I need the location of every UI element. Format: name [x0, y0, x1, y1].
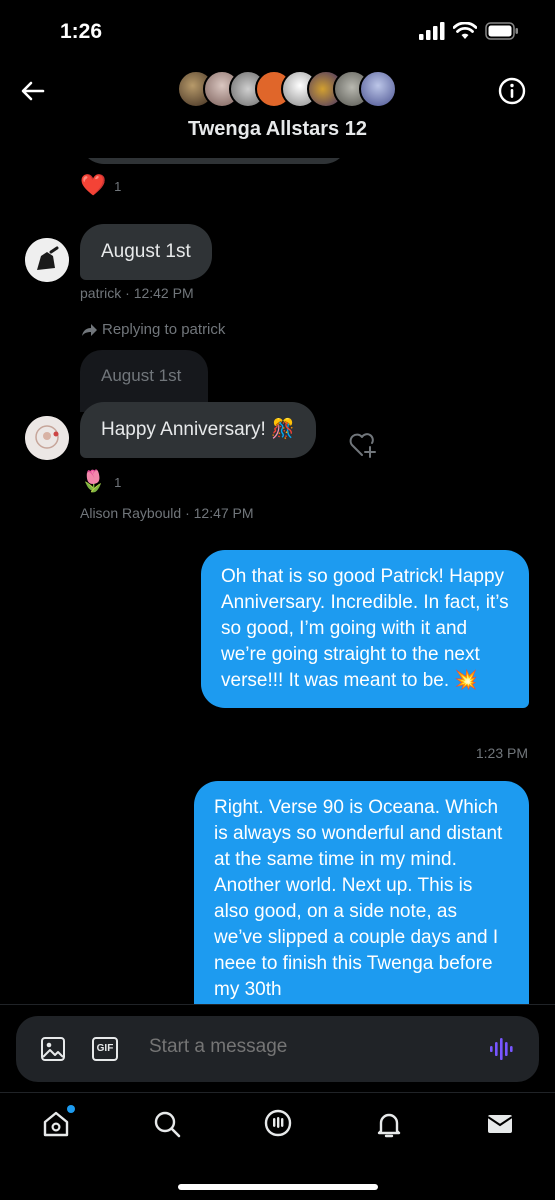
- sender-avatar[interactable]: [25, 238, 69, 282]
- tab-home[interactable]: [41, 1105, 75, 1139]
- info-icon: [498, 77, 526, 105]
- sender-name: patrick: [80, 285, 122, 301]
- home-indicator: [178, 1184, 378, 1190]
- gif-label: GIF: [96, 1043, 114, 1054]
- info-button[interactable]: [497, 76, 527, 106]
- message-time: 1:23 PM: [475, 745, 528, 761]
- tab-messages[interactable]: [485, 1109, 515, 1139]
- quoted-text: August 1st: [101, 366, 182, 385]
- grok-icon: [264, 1109, 292, 1137]
- composer-bar: GIF: [0, 1004, 555, 1092]
- group-avatars[interactable]: [177, 70, 397, 108]
- message-bubble[interactable]: August 1st: [80, 224, 212, 280]
- status-icons: [419, 22, 519, 40]
- wifi-icon: [453, 22, 477, 39]
- status-time: 1:26: [60, 20, 103, 43]
- cellular-signal-icon: [419, 22, 445, 40]
- message-text: Happy Anniversary! 🎊: [101, 419, 295, 440]
- group-title[interactable]: Twenga Allstars 12: [0, 118, 555, 141]
- message-meta: patrick · 12:42 PM: [80, 285, 194, 301]
- message-input[interactable]: [149, 1036, 449, 1058]
- heart-plus-icon: [349, 433, 376, 458]
- home-icon: [43, 1111, 69, 1137]
- meta-separator: ·: [185, 505, 194, 521]
- tab-grok[interactable]: [263, 1109, 293, 1139]
- reaction-emoji: 🌷: [80, 470, 107, 493]
- sender-name: Alison Raybould: [80, 505, 182, 521]
- member-avatar: [359, 70, 397, 108]
- message-bubble[interactable]: Happy Anniversary! 🎊: [80, 402, 316, 458]
- image-icon: [41, 1037, 65, 1061]
- sender-avatar[interactable]: [25, 416, 69, 460]
- envelope-icon: [487, 1115, 513, 1133]
- reaction-count: 1: [114, 474, 122, 490]
- add-reaction-button[interactable]: [348, 431, 378, 464]
- bell-icon: [377, 1113, 401, 1138]
- tab-search[interactable]: [152, 1109, 182, 1139]
- message-text: Right. Verse 90 is Oceana. Which is alwa…: [214, 797, 503, 1000]
- reply-indicator[interactable]: Replying to patrick: [80, 321, 225, 338]
- conversation-header: Twenga Allstars 12: [0, 60, 555, 158]
- reply-arrow-icon: [82, 323, 97, 336]
- arrow-left-icon: [21, 81, 45, 101]
- gif-icon: GIF: [92, 1037, 118, 1061]
- back-button[interactable]: [18, 76, 48, 106]
- message-bubble-outgoing[interactable]: Oh that is so good Patrick! Happy Annive…: [201, 550, 529, 708]
- avatar-image-icon: [25, 416, 69, 460]
- add-gif-button[interactable]: GIF: [92, 1037, 118, 1061]
- avatar-image-icon: [25, 238, 69, 282]
- status-bar: 1:26: [0, 0, 555, 60]
- battery-icon: [485, 22, 518, 40]
- message-bubble-outgoing[interactable]: Right. Verse 90 is Oceana. Which is alwa…: [194, 781, 529, 1004]
- message-text: August 1st: [101, 241, 191, 262]
- message-time: 12:47 PM: [193, 505, 254, 521]
- add-photo-button[interactable]: [40, 1036, 66, 1067]
- composer: GIF: [16, 1016, 539, 1082]
- audio-waveform-icon: [490, 1038, 513, 1060]
- meta-separator: ·: [125, 285, 134, 301]
- voice-message-button[interactable]: [489, 1036, 515, 1067]
- reaction-emoji: ❤️: [80, 174, 107, 197]
- message-time: 12:42 PM: [133, 285, 194, 301]
- reaction[interactable]: ❤️ 1: [80, 174, 121, 198]
- tab-notifications[interactable]: [374, 1109, 404, 1139]
- reply-label: Replying to patrick: [102, 321, 226, 338]
- reaction[interactable]: 🌷 1: [80, 470, 121, 494]
- message-text: Oh that is so good Patrick! Happy Annive…: [221, 566, 509, 691]
- notification-dot: [67, 1105, 75, 1113]
- search-icon: [154, 1111, 181, 1138]
- message-meta: Alison Raybould · 12:47 PM: [80, 505, 254, 521]
- reaction-count: 1: [114, 178, 122, 194]
